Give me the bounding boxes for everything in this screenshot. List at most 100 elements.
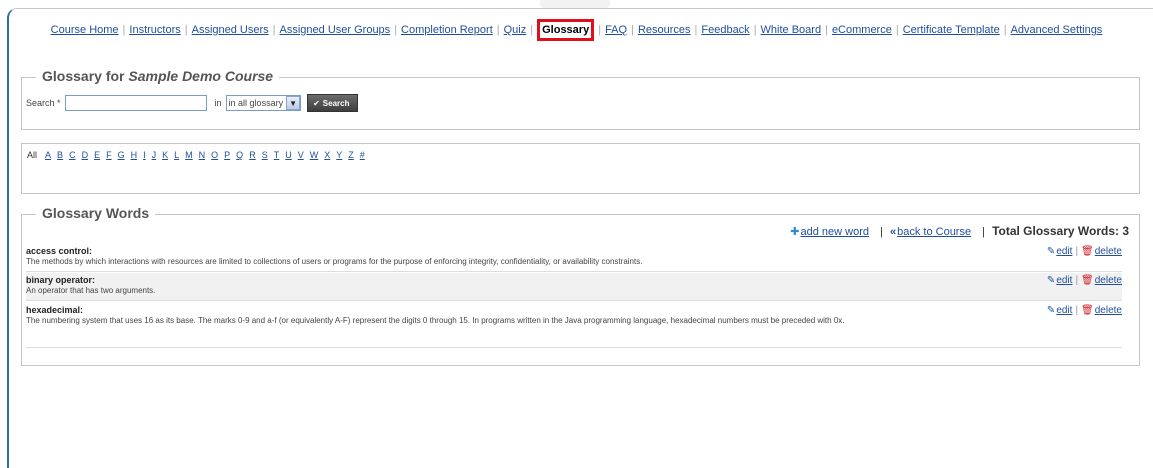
entry-definition: The methods by which interactions with r…: [26, 257, 643, 266]
nav-separator: |: [530, 24, 534, 36]
add-new-word-link[interactable]: add new word: [801, 226, 870, 238]
alphabet-letter[interactable]: I: [143, 150, 146, 160]
alphabet-letter[interactable]: P: [224, 150, 230, 160]
plus-icon: ✚: [790, 226, 800, 238]
edit-link[interactable]: edit: [1056, 305, 1072, 316]
alphabet-letter[interactable]: S: [262, 150, 268, 160]
entry-definition: The numbering system that uses 16 as its…: [26, 316, 845, 325]
course-name: Sample Demo Course: [128, 68, 274, 84]
nav-certificate-template[interactable]: Certificate Template: [903, 24, 1000, 36]
pencil-icon: ✎: [1046, 246, 1056, 257]
alphabet-letter[interactable]: B: [57, 150, 63, 160]
course-nav: Course Home | Instructors | Assigned Users | A…: [0, 19, 1153, 41]
search-button[interactable]: ✔ Search: [307, 94, 359, 112]
search-row: Search * in in all glossary ▼ ✔ Search: [26, 94, 359, 112]
glossary-entry: access control: The methods by which int…: [26, 244, 1122, 272]
in-label: in: [214, 98, 222, 108]
glossary-entry: binary operator: An operator that has tw…: [26, 273, 1122, 301]
pencil-icon: ✎: [1046, 275, 1056, 286]
action-separator: |: [1075, 305, 1079, 316]
alphabet-row: All A B C D E F G H I J K L M N O P Q R S T U V W X Y Z #: [27, 150, 371, 160]
alphabet-letter[interactable]: R: [249, 150, 256, 160]
nav-course-home[interactable]: Course Home: [51, 24, 119, 36]
alphabet-letter[interactable]: U: [285, 150, 292, 160]
alphabet-letter[interactable]: G: [118, 150, 125, 160]
words-panel-header: ✚add new word | «back to Course | Total …: [790, 224, 1129, 238]
edit-link[interactable]: edit: [1056, 275, 1072, 286]
entry-term: hexadecimal:: [26, 305, 84, 315]
checkmark-icon: ✔: [313, 98, 320, 108]
nav-instructors[interactable]: Instructors: [129, 24, 180, 36]
edit-link[interactable]: edit: [1056, 246, 1072, 257]
nav-separator: |: [598, 24, 602, 36]
nav-separator: |: [272, 24, 276, 36]
alphabet-letter[interactable]: Y: [336, 150, 342, 160]
glossary-entry: hexadecimal: The numbering system that u…: [26, 303, 1122, 348]
nav-separator: |: [895, 24, 899, 36]
alphabet-letter[interactable]: J: [152, 150, 157, 160]
alphabet-letter[interactable]: D: [82, 150, 89, 160]
glossary-words-panel: Glossary Words ✚add new word | «back to …: [21, 205, 1140, 366]
chevron-down-icon: ▼: [286, 96, 301, 110]
trash-icon: 🗑: [1081, 246, 1094, 257]
alphabet-letter[interactable]: M: [185, 150, 193, 160]
nav-separator: |: [694, 24, 698, 36]
nav-white-board[interactable]: White Board: [761, 24, 822, 36]
delete-link[interactable]: delete: [1095, 275, 1122, 286]
alphabet-letter[interactable]: V: [298, 150, 304, 160]
alphabet-letter[interactable]: L: [174, 150, 179, 160]
top-tab-notch: [540, 0, 610, 8]
title-prefix: Glossary for: [42, 68, 129, 84]
nav-faq[interactable]: FAQ: [605, 24, 627, 36]
alphabet-letter[interactable]: K: [162, 150, 168, 160]
search-input[interactable]: [64, 95, 207, 111]
alphabet-letter[interactable]: F: [106, 150, 112, 160]
nav-separator: |: [631, 24, 634, 36]
nav-assigned-user-groups[interactable]: Assigned User Groups: [280, 24, 391, 36]
entry-actions: ✎edit | 🗑delete: [1047, 305, 1122, 316]
alphabet-letter[interactable]: Z: [348, 150, 354, 160]
nav-glossary-active[interactable]: Glossary: [537, 19, 595, 41]
search-button-label: Search: [322, 98, 350, 108]
nav-quiz[interactable]: Quiz: [504, 24, 527, 36]
nav-assigned-users[interactable]: Assigned Users: [192, 24, 269, 36]
back-to-course-link[interactable]: back to Course: [897, 226, 971, 238]
words-panel-title: Glossary Words: [36, 205, 156, 221]
search-panel: Glossary for Sample Demo Course Search *…: [21, 68, 1140, 130]
action-separator: |: [1075, 246, 1079, 257]
trash-icon: 🗑: [1081, 275, 1094, 286]
nav-resources[interactable]: Resources: [638, 24, 691, 36]
alphabet-letter[interactable]: E: [94, 150, 100, 160]
alphabet-letter[interactable]: X: [324, 150, 330, 160]
nav-advanced-settings[interactable]: Advanced Settings: [1011, 24, 1103, 36]
alphabet-all[interactable]: All: [27, 150, 37, 160]
alphabet-letter[interactable]: W: [310, 150, 319, 160]
delete-link[interactable]: delete: [1095, 246, 1122, 257]
entry-term: access control:: [26, 246, 93, 256]
nav-separator: |: [184, 24, 188, 36]
alphabet-letter[interactable]: H: [131, 150, 138, 160]
scope-select[interactable]: in all glossary ▼: [225, 95, 302, 111]
scope-select-value: in all glossary: [228, 98, 284, 108]
header-separator: |: [982, 226, 986, 238]
header-separator: |: [880, 226, 883, 238]
entry-term: binary operator:: [26, 275, 96, 285]
nav-ecommerce[interactable]: eCommerce: [832, 24, 892, 36]
nav-completion-report[interactable]: Completion Report: [401, 24, 493, 36]
double-chevron-left-icon: «: [889, 226, 897, 238]
nav-separator: |: [394, 24, 398, 36]
nav-separator: |: [1003, 24, 1007, 36]
nav-separator: |: [496, 24, 500, 36]
alphabet-letter[interactable]: Q: [236, 150, 243, 160]
alphabet-letter[interactable]: A: [45, 150, 51, 160]
trash-icon: 🗑: [1081, 305, 1094, 316]
delete-link[interactable]: delete: [1095, 305, 1122, 316]
alphabet-letter[interactable]: C: [69, 150, 76, 160]
alphabet-letter[interactable]: #: [360, 150, 365, 160]
nav-feedback[interactable]: Feedback: [701, 24, 749, 36]
nav-separator: |: [825, 24, 828, 36]
alphabet-letter[interactable]: N: [199, 150, 206, 160]
alphabet-letter[interactable]: O: [211, 150, 218, 160]
entry-actions: ✎edit | 🗑delete: [1047, 275, 1122, 286]
alphabet-letter[interactable]: T: [274, 150, 280, 160]
